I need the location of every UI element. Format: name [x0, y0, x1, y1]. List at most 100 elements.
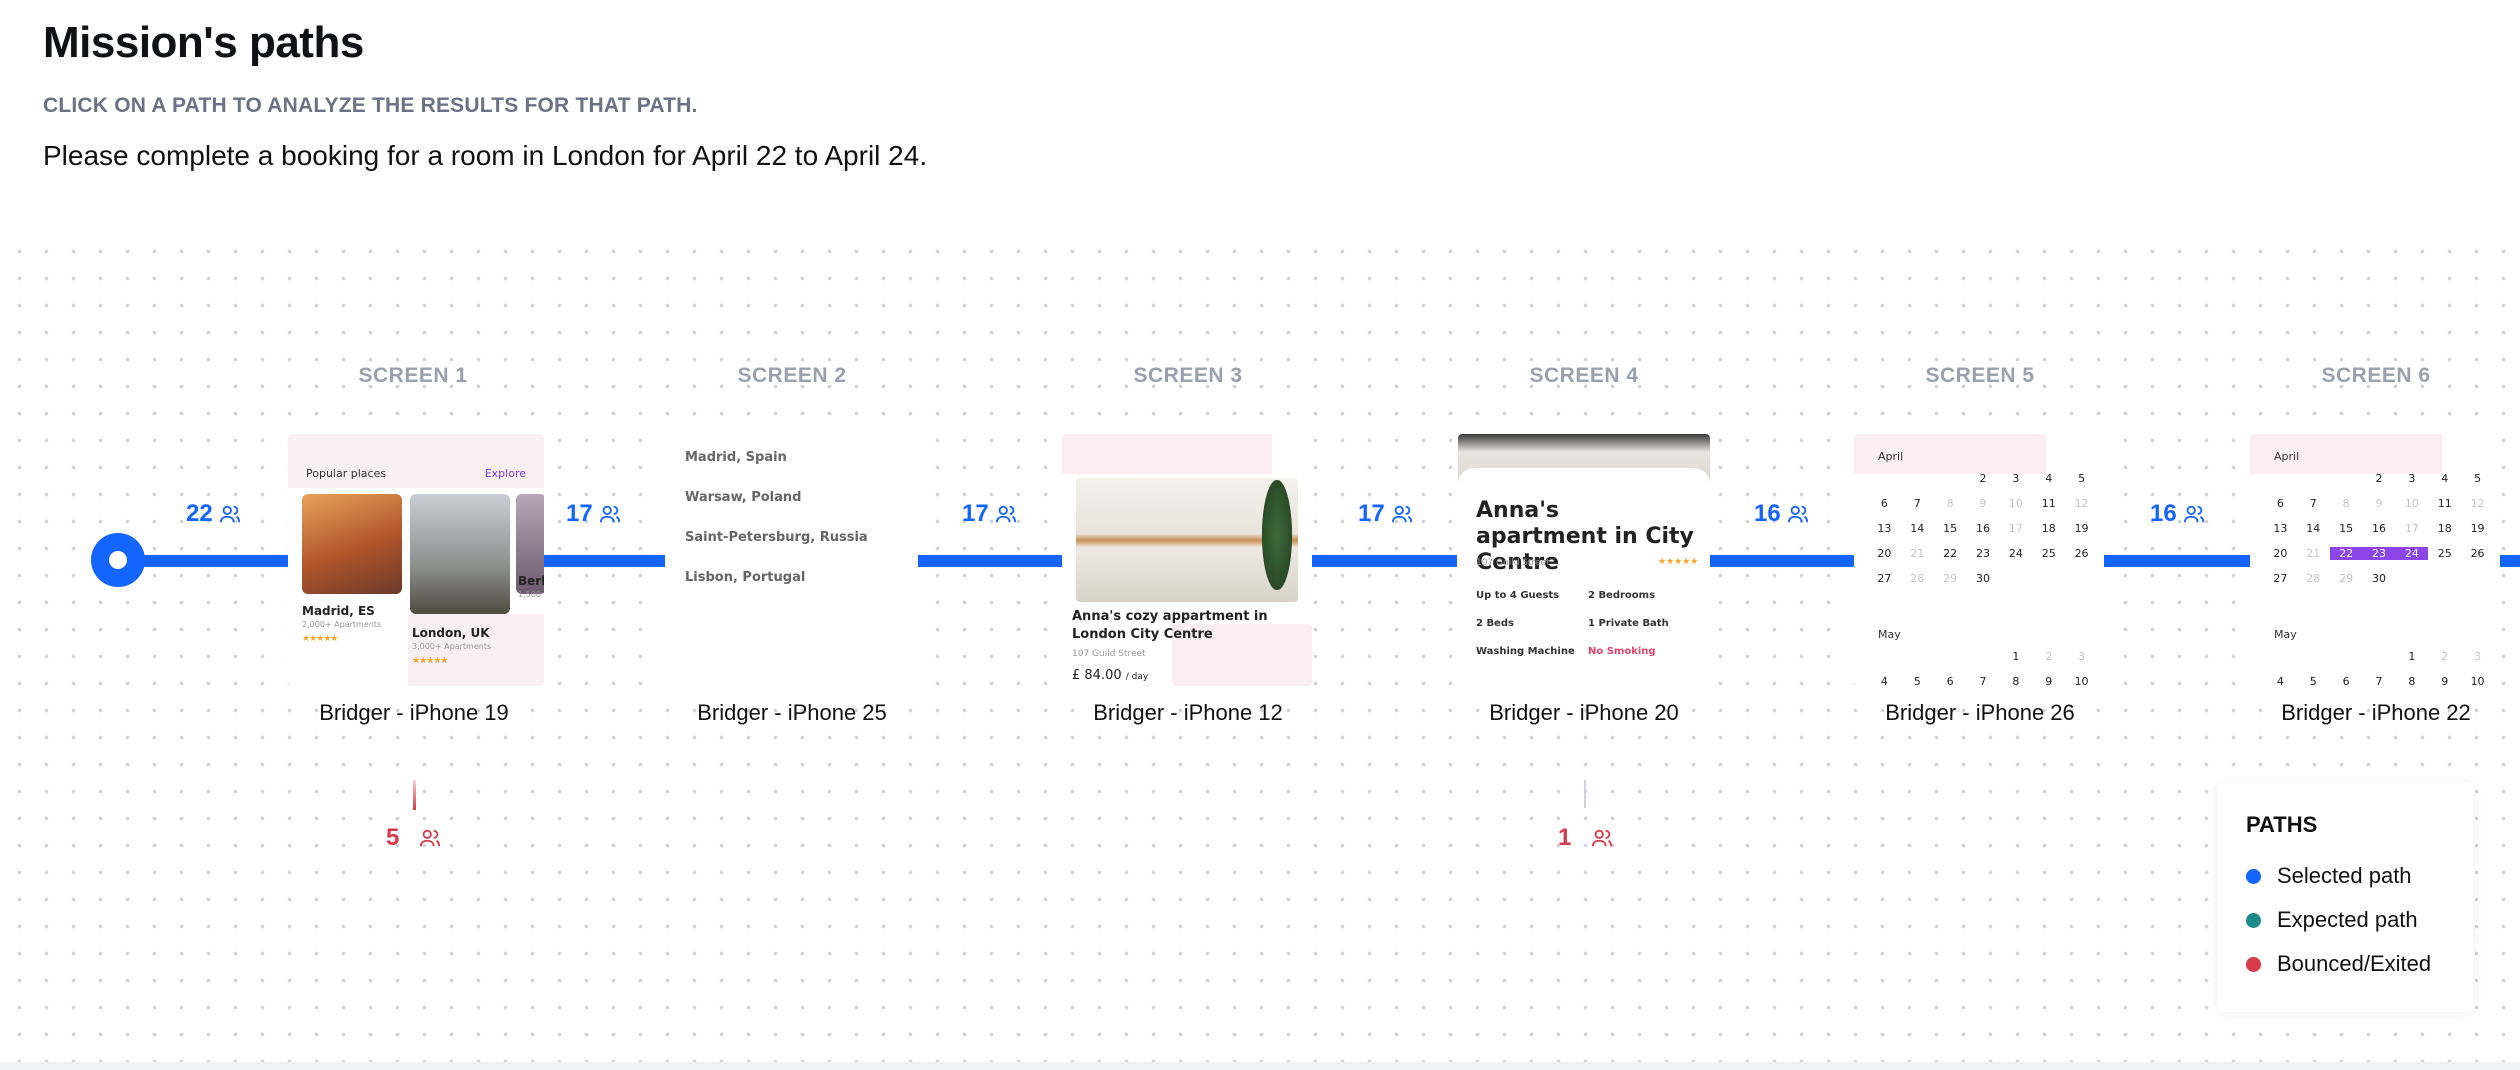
- calendar-day: 12: [2470, 497, 2485, 510]
- calendar-day: 3: [2408, 472, 2416, 485]
- listing-address: 107 Guild Street: [1072, 649, 1146, 659]
- users-icon: [995, 505, 1016, 523]
- path-segment-3[interactable]: [918, 555, 1062, 567]
- count-value: 17: [962, 500, 989, 527]
- calendar-may-grid: 1 2 3 4 5 6 7 8 9 10: [1868, 650, 2098, 686]
- header-bg: [1062, 434, 1272, 474]
- calendar-day: 13: [2273, 522, 2288, 535]
- feature: 2 Bedrooms: [1588, 590, 1656, 601]
- calendar-day: [2330, 472, 2363, 485]
- device-label-3: Bridger - iPhone 12: [1093, 700, 1283, 725]
- calendar-day: 16: [2371, 522, 2386, 535]
- explore-link: Explore: [484, 467, 526, 480]
- device-label-5: Bridger - iPhone 26: [1885, 700, 2075, 725]
- screen-label-3: SCREEN 3: [1133, 364, 1243, 387]
- calendar-day: 30: [1975, 572, 1990, 585]
- listing-address: 107 Guild Street: [1476, 558, 1550, 568]
- screen-label-4: SCREEN 4: [1529, 364, 1639, 387]
- calendar-day: 9: [2441, 675, 2449, 686]
- feature: No Smoking: [1588, 646, 1656, 657]
- calendar-day: 23: [1975, 547, 1990, 560]
- calendar-day: 5: [2078, 472, 2086, 485]
- path-count-6[interactable]: 16: [2150, 500, 2205, 528]
- path-segment-1[interactable]: [140, 555, 288, 567]
- listing-title: Anna's cozy appartment in London City Ce…: [1072, 609, 1268, 642]
- calendar-day: 30: [2371, 572, 2386, 585]
- path-segment-7[interactable]: [2500, 555, 2520, 567]
- calendar-day: 2: [2375, 472, 2383, 485]
- thumbnail-heading: Popular places: [306, 467, 387, 480]
- card1-subtitle: 2,000+ Apartments: [302, 620, 382, 629]
- calendar-day: 22: [2329, 547, 2363, 560]
- legend-label: Selected path: [2277, 863, 2412, 888]
- calendar-day: 19: [2074, 522, 2089, 535]
- calendar-day: 8: [2342, 497, 2350, 510]
- calendar-day: 6: [1880, 497, 1888, 510]
- path-start-node[interactable]: [91, 533, 145, 587]
- calendar-day: 3: [2078, 650, 2086, 663]
- screen-thumbnail-1[interactable]: Popular places Explore Madrid, ES 2,000+…: [288, 434, 544, 686]
- calendar-day: 20: [1877, 547, 1892, 560]
- calendar-day: 5: [2309, 675, 2317, 686]
- path-segment-6[interactable]: [2104, 555, 2250, 567]
- calendar-day: 24: [2008, 547, 2023, 560]
- calendar-day: 15: [1943, 522, 1958, 535]
- screen-label-1: SCREEN 1: [358, 364, 468, 387]
- calendar-day: 15: [2339, 522, 2354, 535]
- calendar-day: 5: [1913, 675, 1921, 686]
- calendar-day: 8: [1946, 497, 1954, 510]
- device-label-1: Bridger - iPhone 19: [319, 700, 509, 725]
- calendar-day: 3: [2012, 472, 2020, 485]
- calendar-day: 2: [2045, 650, 2053, 663]
- legend-item-expected: Expected path: [2246, 898, 2473, 942]
- screen-label-2: SCREEN 2: [737, 364, 847, 387]
- calendar-april-grid: 2 3 4 5 6 7 8 9 10 11 12 13 14 15 16 17 18 19 20 21 22 23 24 25…: [2264, 472, 2494, 585]
- screen-thumbnail-5[interactable]: April 2 3 4 5 6 7 8 9 10 11 12 13 14 15 16 17 18 19 20 21 22…: [1854, 434, 2104, 686]
- feature: 2 Beds: [1476, 618, 1514, 629]
- count-value: 17: [1358, 500, 1385, 527]
- feature: 1 Private Bath: [1588, 618, 1669, 629]
- path-segment-4[interactable]: [1312, 555, 1457, 567]
- path-count-1[interactable]: 22: [186, 500, 241, 528]
- exit-count-1[interactable]: 5: [386, 824, 441, 852]
- card1-rating: ★★★★★: [302, 634, 338, 644]
- path-count-2[interactable]: 17: [566, 500, 621, 528]
- users-icon: [420, 829, 441, 847]
- path-count-4[interactable]: 17: [1358, 500, 1413, 528]
- path-segment-5[interactable]: [1708, 555, 1854, 567]
- listing-price: £ 84.00 / day: [1072, 668, 1148, 683]
- calendar-day: [2330, 650, 2363, 663]
- calendar-day: [2297, 472, 2330, 485]
- calendar-day: 10: [2470, 675, 2485, 686]
- calendar-day: 8: [2408, 675, 2416, 686]
- calendar-day: [1934, 472, 1967, 485]
- screen-thumbnail-4[interactable]: Anna's apartment in City Centre 107 Guil…: [1458, 434, 1710, 686]
- card2-title: London, UK: [412, 626, 490, 640]
- city-option: Madrid, Spain: [685, 450, 787, 465]
- calendar-day: [2264, 650, 2297, 663]
- path-count-3[interactable]: 17: [962, 500, 1017, 528]
- calendar-day: 11: [2041, 497, 2056, 510]
- screen-label-6: SCREEN 6: [2321, 364, 2431, 387]
- calendar-day: 14: [2306, 522, 2321, 535]
- path-count-5[interactable]: 16: [1754, 500, 1809, 528]
- calendar-month: April: [1878, 450, 1904, 463]
- legend-label: Bounced/Exited: [2277, 951, 2432, 976]
- price-unit: / day: [1125, 672, 1149, 682]
- calendar-day: 12: [2074, 497, 2089, 510]
- legend-dot: [2246, 868, 2261, 884]
- london-photo: [410, 494, 510, 614]
- legend-dot: [2246, 956, 2261, 972]
- card1-title: Madrid, ES: [302, 604, 375, 618]
- legend-title: PATHS: [2246, 812, 2318, 837]
- users-icon: [219, 505, 240, 523]
- calendar-day: 7: [1979, 675, 1987, 686]
- exit-count-4[interactable]: 1: [1558, 824, 1613, 852]
- screen-thumbnail-6[interactable]: April 2 3 4 5 6 7 8 9 10 11 12 13 14 15 16 17 18 19 20 21 22…: [2250, 434, 2500, 686]
- calendar-day: [2032, 572, 2065, 585]
- screen-thumbnail-2[interactable]: Madrid, Spain Warsaw, Poland Saint-Peter…: [665, 434, 918, 686]
- screen-thumbnail-3[interactable]: Anna's cozy appartment in London City Ce…: [1062, 434, 1312, 686]
- path-segment-2[interactable]: [538, 555, 666, 567]
- calendar-day: 11: [2437, 497, 2452, 510]
- calendar-day: 9: [2045, 675, 2053, 686]
